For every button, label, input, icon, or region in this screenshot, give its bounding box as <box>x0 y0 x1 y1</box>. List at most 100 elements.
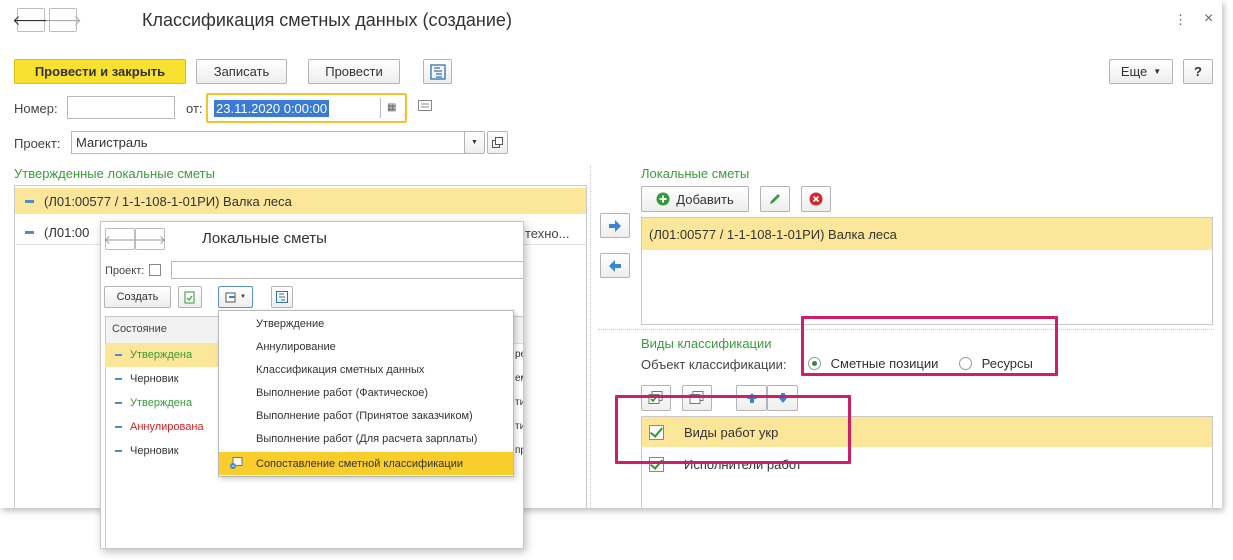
number-label: Номер: <box>14 101 58 116</box>
approved-row-text: (Л01:00 <box>44 224 90 240</box>
from-label: от: <box>186 101 203 116</box>
popup-project-checkbox[interactable] <box>149 264 161 276</box>
mapping-icon <box>230 457 243 469</box>
project-dropdown-button[interactable]: ▼ <box>464 131 485 154</box>
popup-row[interactable]: Утверждена <box>105 391 219 415</box>
arrow-right-icon: 🡒 <box>133 232 167 247</box>
popup-back-button[interactable]: 🡐 <box>103 228 137 250</box>
date-value: 23.11.2020 0:00:00 <box>214 100 330 117</box>
chevron-down-icon: ▼ <box>1153 67 1162 76</box>
close-icon[interactable]: × <box>1204 10 1213 28</box>
project-field[interactable]: Магистраль <box>71 131 465 154</box>
post-button[interactable]: Провести <box>308 59 400 84</box>
date-field[interactable]: 23.11.2020 0:00:00 ▦ <box>206 93 407 123</box>
local-estimate-row[interactable]: (Л01:00577 / 1-1-108-1-01РИ) Валка леса <box>642 218 1212 250</box>
approved-row[interactable]: (Л01:00577 / 1-1-108-1-01РИ) Валка леса <box>15 188 586 214</box>
row-marker-icon <box>115 426 122 428</box>
move-left-button[interactable] <box>600 253 630 278</box>
help-button[interactable]: ? <box>1183 59 1213 84</box>
arrow-left-icon: 🡐 <box>103 232 137 247</box>
menu-item-mapping-label: Сопоставление сметной классификации <box>256 457 464 470</box>
popup-row-state: Аннулирована <box>130 421 204 433</box>
approved-row-tail: техно... <box>525 226 570 241</box>
menu-item-approval[interactable]: Утверждение <box>219 312 513 335</box>
popup-title: Локальные сметы <box>202 230 327 247</box>
popup-row-tail: пр <box>515 445 523 456</box>
approved-row-text: (Л01:00577 / 1-1-108-1-01РИ) Валка леса <box>44 193 292 209</box>
object-label: Объект классификации: <box>641 357 787 372</box>
number-field[interactable] <box>67 96 175 119</box>
forward-button[interactable]: 🡒 <box>44 8 82 32</box>
popup-row-state: Утверждена <box>130 349 193 361</box>
structure-button[interactable] <box>423 59 452 84</box>
popup-row-tail: ре <box>515 349 523 360</box>
create-based-on-icon <box>225 292 236 303</box>
highlight-box-kinds <box>615 395 851 464</box>
popup-based-on-button[interactable]: ▼ <box>218 286 253 308</box>
panel-splitter[interactable] <box>590 165 591 508</box>
approved-estimates-title: Утвержденные локальные сметы <box>14 166 215 181</box>
popup-project-field[interactable] <box>171 261 523 279</box>
row-marker-icon <box>115 354 122 356</box>
popup-row-state: Черновик <box>130 373 179 385</box>
delete-button[interactable] <box>801 186 831 212</box>
state-column-header: Состояние <box>112 323 167 335</box>
date-divider <box>380 98 381 118</box>
popup-structure-button[interactable] <box>271 286 293 308</box>
menu-item-work-salary[interactable]: Выполнение работ (Для расчета зарплаты) <box>219 427 513 450</box>
popup-row[interactable]: Утверждена <box>105 343 219 367</box>
delete-icon <box>809 192 823 206</box>
popup-row-state: Утверждена <box>130 397 193 409</box>
classification-title: Виды классификации <box>641 336 772 351</box>
more-label: Еще <box>1120 64 1148 79</box>
post-and-close-button[interactable]: Провести и закрыть <box>14 59 186 84</box>
popup-row-tail: ти <box>515 397 523 408</box>
menu-item-work-actual[interactable]: Выполнение работ (Фактическое) <box>219 381 513 404</box>
arrow-left-icon <box>609 259 621 272</box>
local-estimates-title: Локальные сметы <box>641 166 750 181</box>
popup-create-button[interactable]: Создать <box>104 286 171 308</box>
comment-icon[interactable] <box>418 100 432 115</box>
popup-row[interactable]: Черновик <box>105 439 219 463</box>
popup-copy-button[interactable] <box>178 286 202 308</box>
more-menu-button[interactable]: Еще ▼ <box>1109 59 1173 84</box>
popup-row-state: Черновик <box>130 445 179 457</box>
add-button[interactable]: Добавить <box>641 186 749 212</box>
back-button[interactable]: 🡐 <box>12 8 50 32</box>
project-label: Проект: <box>14 136 61 151</box>
window-title: Классификация сметных данных (создание) <box>142 10 512 30</box>
edit-button[interactable] <box>760 186 790 212</box>
add-label: Добавить <box>676 191 734 207</box>
menu-item-annulment[interactable]: Аннулирование <box>219 335 513 358</box>
menu-item-mapping[interactable]: Сопоставление сметной классификации <box>219 452 513 475</box>
popup-row-tail: ем <box>515 373 523 384</box>
create-based-on-menu: Утверждение Аннулирование Классификация … <box>218 310 514 477</box>
popup-row-tail: ти <box>515 421 523 432</box>
popup-project-label: Проект: <box>105 265 145 277</box>
project-open-button[interactable] <box>487 131 508 154</box>
row-marker-icon <box>115 402 122 404</box>
arrow-right-icon: 🡒 <box>44 11 82 28</box>
arrow-right-icon <box>609 219 621 232</box>
more-vert-icon[interactable]: ⋮ <box>1174 12 1187 28</box>
open-link-icon <box>492 137 503 148</box>
popup-forward-button[interactable]: 🡒 <box>133 228 167 250</box>
row-marker-icon <box>25 230 34 234</box>
row-marker-icon <box>115 378 122 380</box>
chevron-down-icon: ▼ <box>240 294 246 300</box>
highlight-box-object <box>801 316 1058 376</box>
pencil-icon <box>770 194 780 204</box>
calendar-icon[interactable]: ▦ <box>387 102 396 113</box>
popup-row[interactable]: Аннулирована <box>105 415 219 439</box>
menu-item-work-accepted[interactable]: Выполнение работ (Принятое заказчиком) <box>219 404 513 427</box>
popup-row[interactable]: Черновик <box>105 367 219 391</box>
row-marker-icon <box>115 450 122 452</box>
plus-circle-icon <box>656 192 670 206</box>
row-marker-icon <box>25 199 34 203</box>
hierarchy-icon <box>429 63 446 80</box>
menu-item-classification[interactable]: Классификация сметных данных <box>219 358 513 381</box>
move-right-button[interactable] <box>600 213 630 238</box>
local-estimate-text: (Л01:00577 / 1-1-108-1-01РИ) Валка леса <box>649 226 897 242</box>
save-button[interactable]: Записать <box>196 59 287 84</box>
copy-doc-icon <box>184 291 195 303</box>
